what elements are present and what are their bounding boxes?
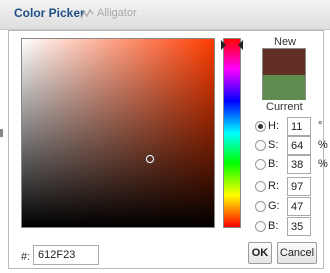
saturation-unit: %	[318, 139, 328, 151]
color-selection-marker[interactable]	[146, 155, 154, 163]
red-input[interactable]	[287, 177, 311, 196]
hue-radio[interactable]	[255, 121, 266, 132]
green-radio[interactable]	[255, 201, 266, 212]
blue-label: B:	[268, 220, 279, 232]
hue-unit: °	[318, 120, 323, 132]
current-color-swatch[interactable]	[263, 75, 305, 100]
blue-radio[interactable]	[255, 221, 266, 232]
hue-slider-handle-right[interactable]	[238, 40, 243, 50]
green-input[interactable]	[287, 197, 311, 216]
red-radio[interactable]	[255, 181, 266, 192]
hue-label: H:	[268, 120, 279, 132]
blue-input[interactable]	[287, 217, 311, 236]
brightness-unit: %	[318, 158, 328, 170]
new-color-swatch	[263, 49, 305, 75]
hue-input[interactable]	[287, 117, 311, 136]
saturation-brightness-field[interactable]	[21, 38, 215, 228]
hex-label: #:	[21, 251, 31, 263]
chart-line-icon	[80, 8, 94, 19]
color-picker-dialog: New Current H: ° S: % B: % R: G: B: #:	[8, 30, 328, 269]
saturation-radio[interactable]	[255, 140, 266, 151]
brightness-input[interactable]	[287, 155, 311, 174]
hue-slider[interactable]	[223, 38, 241, 228]
brightness-radio[interactable]	[255, 159, 266, 170]
saturation-label: S:	[268, 139, 279, 151]
cancel-button[interactable]: Cancel	[277, 242, 317, 264]
window-title: Color Picker	[14, 6, 85, 20]
background-edge-mark	[0, 129, 3, 137]
hue-slider-handle-left[interactable]	[221, 40, 226, 50]
color-preview	[262, 48, 306, 100]
red-label: R:	[268, 180, 279, 192]
ok-button[interactable]: OK	[248, 242, 272, 264]
background-tab-label: Alligator	[97, 7, 137, 19]
saturation-input[interactable]	[287, 136, 311, 155]
green-label: G:	[268, 200, 280, 212]
current-color-label: Current	[266, 101, 303, 113]
hex-input[interactable]	[33, 245, 99, 265]
new-color-label: New	[274, 36, 297, 48]
brightness-label: B:	[268, 158, 279, 170]
title-bar[interactable]: Color Picker Alligator	[0, 0, 330, 30]
